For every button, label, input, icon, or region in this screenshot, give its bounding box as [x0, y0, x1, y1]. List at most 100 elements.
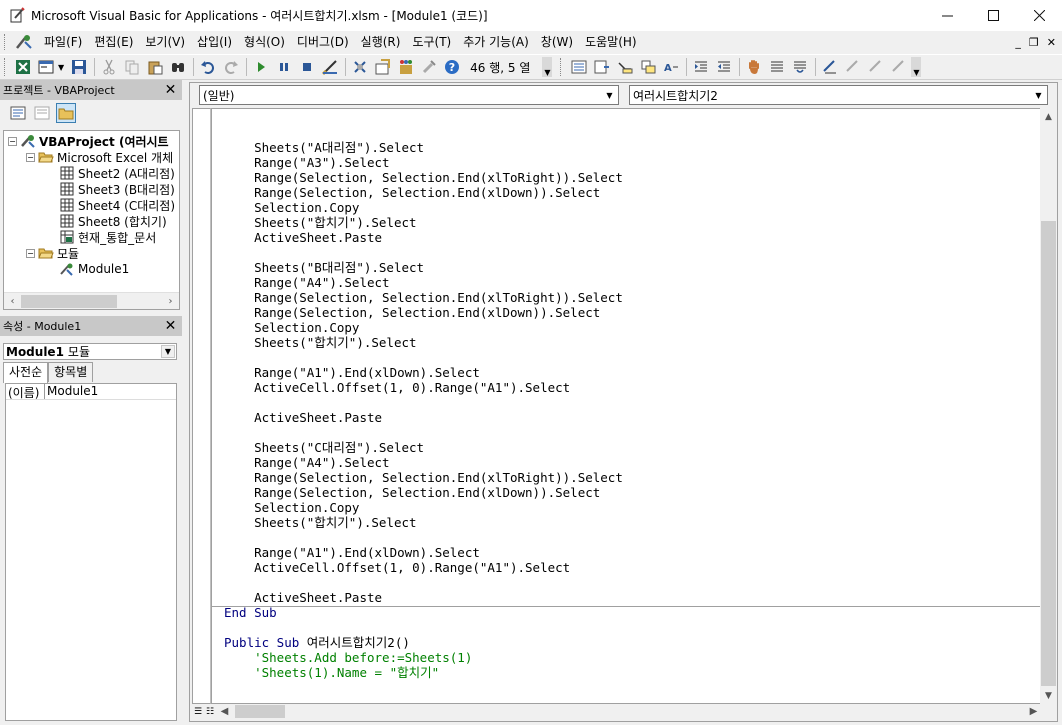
- view-excel-button[interactable]: [12, 57, 33, 77]
- code-line[interactable]: Range("A3").Select: [224, 155, 623, 170]
- collapse-icon[interactable]: −: [26, 152, 35, 162]
- project-tree-hscrollbar[interactable]: ‹ ›: [4, 292, 179, 309]
- quick-info-button[interactable]: [614, 57, 635, 77]
- code-line[interactable]: Range("A1").End(xlDown).Select: [224, 365, 623, 380]
- code-line[interactable]: Selection.Copy: [224, 500, 623, 515]
- object-browser-button[interactable]: [395, 57, 416, 77]
- procedure-view-icon[interactable]: ☰: [192, 705, 204, 719]
- indent-button[interactable]: [690, 57, 711, 77]
- minimize-button[interactable]: [924, 0, 970, 31]
- scroll-right-icon[interactable]: ›: [162, 296, 179, 307]
- scroll-left-icon[interactable]: ◀: [216, 706, 233, 717]
- complete-word-button[interactable]: A: [660, 57, 681, 77]
- menu-window[interactable]: 창(W): [535, 32, 579, 52]
- object-selector[interactable]: Module1 모듈 ▼: [3, 343, 177, 360]
- tree-node-sheet2[interactable]: Sheet2 (A대리점): [59, 165, 175, 181]
- parameter-info-button[interactable]: [637, 57, 658, 77]
- menu-debug[interactable]: 디버그(D): [291, 32, 355, 52]
- view-object-button[interactable]: [32, 103, 52, 123]
- menu-insert[interactable]: 삽입(I): [191, 32, 238, 52]
- tree-node-module1[interactable]: Module1: [59, 261, 129, 277]
- code-line[interactable]: Sheets("합치기").Select: [224, 515, 623, 530]
- tab-categorized[interactable]: 항목별: [48, 362, 94, 382]
- collapse-icon[interactable]: −: [8, 136, 17, 146]
- clear-bookmarks-button[interactable]: [888, 57, 909, 77]
- find-button[interactable]: [167, 57, 188, 77]
- tree-node-vbaproject[interactable]: − VBAProject (여러시트: [8, 133, 169, 149]
- menu-addins[interactable]: 추가 기능(A): [457, 32, 535, 52]
- tree-node-sheet3[interactable]: Sheet3 (B대리점): [59, 181, 175, 197]
- insert-dropdown-icon[interactable]: ▼: [58, 63, 64, 72]
- object-combo[interactable]: (일반) ▼: [199, 85, 619, 105]
- code-line[interactable]: 'Sheets.Add before:=Sheets(1): [224, 650, 623, 665]
- chevron-down-icon[interactable]: ▼: [602, 87, 617, 103]
- chevron-down-icon[interactable]: ▼: [161, 345, 175, 358]
- tree-node-excel-objects[interactable]: − Microsoft Excel 개체: [26, 149, 173, 165]
- scroll-thumb[interactable]: [1041, 221, 1056, 686]
- paste-button[interactable]: [144, 57, 165, 77]
- code-line[interactable]: Range(Selection, Selection.End(xlToRight…: [224, 170, 623, 185]
- scroll-thumb[interactable]: [21, 294, 117, 308]
- maximize-button[interactable]: [970, 0, 1016, 31]
- next-bookmark-button[interactable]: [842, 57, 863, 77]
- code-line[interactable]: Range("A1").End(xlDown).Select: [224, 545, 623, 560]
- tree-node-modules[interactable]: − 모듈: [26, 245, 79, 261]
- tree-node-sheet8[interactable]: Sheet8 (합치기): [59, 213, 167, 229]
- toolbar-grip[interactable]: [4, 58, 8, 76]
- code-line[interactable]: Sheets("합치기").Select: [224, 215, 623, 230]
- code-line[interactable]: ActiveSheet.Paste: [224, 590, 623, 605]
- menu-file[interactable]: 파일(F): [38, 32, 88, 52]
- tree-node-sheet4[interactable]: Sheet4 (C대리점): [59, 197, 175, 213]
- list-properties-button[interactable]: [568, 57, 589, 77]
- code-lines[interactable]: Sheets("A대리점").Select Range("A3").Select…: [224, 125, 623, 680]
- code-line[interactable]: [224, 395, 623, 410]
- code-line[interactable]: [224, 620, 623, 635]
- code-line[interactable]: Range("A4").Select: [224, 455, 623, 470]
- code-line[interactable]: [224, 350, 623, 365]
- copy-button[interactable]: [121, 57, 142, 77]
- code-line[interactable]: [224, 575, 623, 590]
- code-line[interactable]: Selection.Copy: [224, 200, 623, 215]
- project-explorer-title-bar[interactable]: 프로젝트 - VBAProject ✕: [0, 80, 182, 100]
- toolbar-overflow-button[interactable]: ▼: [542, 57, 553, 77]
- procedure-combo[interactable]: 여러시트합치기2 ▼: [629, 85, 1048, 105]
- project-explorer-button[interactable]: [349, 57, 370, 77]
- vba-system-menu-icon[interactable]: [14, 33, 34, 51]
- properties-window-button[interactable]: [372, 57, 393, 77]
- tree-node-thisworkbook[interactable]: 현재_통합_문서: [59, 229, 156, 245]
- code-line[interactable]: ActiveCell.Offset(1, 0).Range("A1").Sele…: [224, 560, 623, 575]
- mdi-restore-button[interactable]: ❐: [1029, 36, 1039, 49]
- insert-userform-button[interactable]: [35, 57, 56, 77]
- code-line[interactable]: [224, 245, 623, 260]
- properties-title-bar[interactable]: 속성 - Module1 ✕: [0, 316, 182, 336]
- menubar-grip[interactable]: [4, 34, 8, 50]
- break-button[interactable]: [273, 57, 294, 77]
- scroll-down-icon[interactable]: ▼: [1040, 687, 1057, 704]
- code-line[interactable]: Range("A4").Select: [224, 275, 623, 290]
- code-line[interactable]: Public Sub 여러시트합치기2(): [224, 635, 623, 650]
- code-line[interactable]: [224, 530, 623, 545]
- view-code-button[interactable]: [8, 103, 28, 123]
- toolbox-button[interactable]: [418, 57, 439, 77]
- list-constants-button[interactable]: [591, 57, 612, 77]
- code-line[interactable]: ActiveSheet.Paste: [224, 410, 623, 425]
- collapse-icon[interactable]: −: [26, 248, 35, 258]
- code-line[interactable]: ActiveCell.Offset(1, 0).Range("A1").Sele…: [224, 380, 623, 395]
- indicator-margin[interactable]: [192, 108, 211, 704]
- toggle-breakpoint-button[interactable]: [743, 57, 764, 77]
- redo-button[interactable]: [220, 57, 241, 77]
- scroll-up-icon[interactable]: ▲: [1040, 108, 1057, 125]
- property-value[interactable]: Module1: [45, 384, 98, 399]
- code-line[interactable]: Sheets("C대리점").Select: [224, 440, 623, 455]
- save-button[interactable]: [68, 57, 89, 77]
- help-button[interactable]: ?: [441, 57, 462, 77]
- project-explorer-close-button[interactable]: ✕: [162, 81, 179, 98]
- code-line[interactable]: ActiveSheet.Paste: [224, 230, 623, 245]
- code-line[interactable]: 'Sheets(1).Name = "합치기": [224, 665, 623, 680]
- menu-view[interactable]: 보기(V): [139, 32, 191, 52]
- code-line[interactable]: [224, 425, 623, 440]
- uncomment-block-button[interactable]: [789, 57, 810, 77]
- code-line[interactable]: Selection.Copy: [224, 320, 623, 335]
- edit-toolbar-overflow-button[interactable]: ▼: [911, 57, 922, 77]
- scroll-thumb[interactable]: [235, 705, 285, 718]
